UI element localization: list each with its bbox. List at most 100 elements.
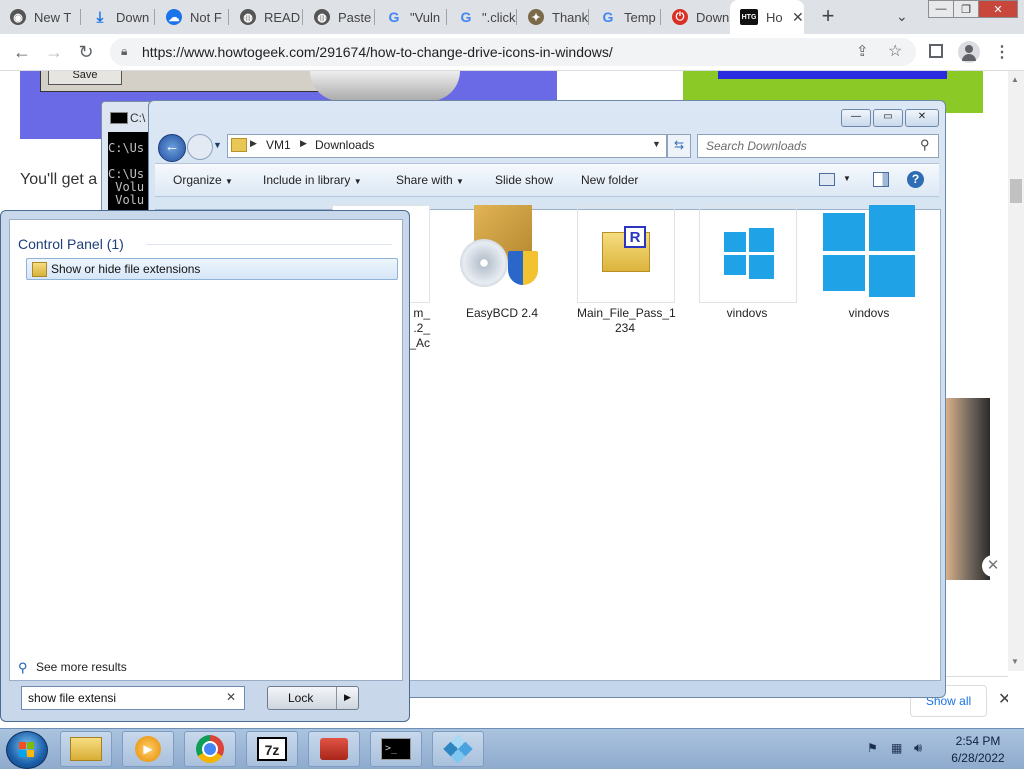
taskbar-7zip-button[interactable]: 7z (246, 731, 298, 767)
organize-button[interactable]: Organize ▼ (173, 173, 233, 187)
view-options-chevron-icon[interactable]: ▼ (843, 174, 851, 183)
restore-button[interactable]: ❐ (953, 0, 979, 18)
breadcrumb-downloads[interactable]: Downloads (315, 138, 374, 152)
back-button[interactable]: ← (10, 40, 34, 64)
cloud-icon: ☁ (166, 9, 182, 25)
action-center-flag-icon[interactable]: ⚑ (867, 741, 878, 755)
lock-button[interactable]: Lock ▶ (267, 686, 359, 710)
file-item-easybcd[interactable] (454, 205, 550, 301)
tab-google-vuln[interactable]: G "Vuln (376, 0, 446, 34)
taskbar-chrome-button[interactable] (184, 731, 236, 767)
explorer-minimize-button[interactable]: — (841, 109, 871, 127)
new-folder-button[interactable]: New folder (581, 173, 638, 187)
share-with-button[interactable]: Share with ▼ (396, 173, 464, 187)
file-label: Main_File_Pass_1 234 (577, 306, 676, 335)
share-icon[interactable]: ⇪ (856, 42, 869, 60)
tab-thank[interactable]: ✦ Thank (518, 0, 588, 34)
explorer-icon (70, 737, 102, 761)
divider (146, 244, 392, 245)
refresh-icon[interactable]: ⇆ (667, 134, 691, 158)
volume-icon[interactable]: 🔊︎ (914, 740, 922, 756)
tab-temp[interactable]: G Temp (590, 0, 660, 34)
search-icon[interactable]: ⚲ (920, 137, 930, 153)
tab-read[interactable]: ◍ READ (230, 0, 302, 34)
scroll-up-icon[interactable]: ▲ (1011, 75, 1019, 84)
close-ad-icon[interactable]: ✕ (982, 555, 1004, 577)
address-dropdown-chevron-icon[interactable]: ▼ (652, 139, 661, 149)
preview-pane-icon[interactable] (873, 172, 889, 187)
article-paragraph: You'll get a (20, 171, 98, 188)
tab-new-tab[interactable]: ◉ New T (0, 0, 80, 34)
menu-kebab-icon[interactable]: ⋮ (994, 42, 1010, 62)
see-more-results-link[interactable]: See more results (36, 660, 127, 674)
file-label: EasyBCD 2.4 (465, 306, 539, 320)
start-search-input[interactable]: show file extensi ✕ (21, 686, 245, 710)
taskbar-explorer-button[interactable] (60, 731, 112, 767)
clock-date[interactable]: 6/28/2022 (938, 751, 1018, 765)
registry-icon (443, 734, 473, 764)
tab-howtogeek-active[interactable]: HTG Ho ✕ (730, 0, 804, 34)
help-icon[interactable]: ? (907, 171, 924, 188)
profile-avatar[interactable] (958, 41, 980, 63)
file-label: vindovs (726, 306, 768, 320)
include-in-library-button[interactable]: Include in library ▼ (263, 173, 362, 187)
lock-icon: 🔒︎ (121, 44, 128, 58)
slide-show-button[interactable]: Slide show (495, 173, 553, 187)
breadcrumb-vm1[interactable]: VM1 (266, 138, 291, 152)
minimize-button[interactable]: — (928, 0, 954, 18)
drive-icon-image (310, 71, 460, 101)
power-icon: ⏻ (672, 9, 688, 25)
winrar-r-icon: R (624, 226, 646, 248)
close-download-bar-icon[interactable]: ✕ (998, 689, 1008, 709)
start-button[interactable] (6, 731, 48, 769)
close-tab-icon[interactable]: ✕ (792, 9, 804, 26)
side-panel-icon[interactable] (929, 44, 943, 58)
explorer-back-button[interactable]: ← (158, 134, 186, 162)
taskbar-registry-button[interactable] (432, 731, 484, 767)
explorer-maximize-button[interactable]: ▭ (873, 109, 903, 127)
explorer-search-input[interactable]: Search Downloads ⚲ (697, 134, 939, 158)
cmd-icon (110, 112, 128, 124)
explorer-close-button[interactable]: ✕ (905, 109, 939, 127)
scroll-down-icon[interactable]: ▼ (1011, 657, 1019, 666)
globe-icon: ◍ (240, 9, 256, 25)
tab-search-chevron-icon[interactable]: ⌄ (896, 8, 908, 25)
explorer-forward-button[interactable] (187, 134, 213, 160)
network-disconnected-icon[interactable]: ▦ (891, 741, 902, 755)
shutdown-options-arrow-icon[interactable]: ▶ (344, 692, 351, 703)
clock-time[interactable]: 2:54 PM (938, 734, 1018, 748)
clear-search-icon[interactable]: ✕ (226, 690, 236, 704)
google-icon: G (602, 9, 614, 25)
result-show-hide-file-extensions[interactable]: Show or hide file extensions (26, 258, 398, 280)
tab-paste[interactable]: ◍ Paste (304, 0, 374, 34)
taskbar-cmd-button[interactable]: >_ (370, 731, 422, 767)
tab-download[interactable]: ⤓ Down (82, 0, 154, 34)
bookmark-star-icon[interactable]: ☆ (888, 41, 902, 61)
recent-pages-chevron-icon[interactable]: ▼ (213, 140, 222, 150)
address-bar[interactable]: 🔒︎ https://www.howtogeek.com/291674/how-… (110, 38, 916, 66)
taskbar: ▶ 7z >_ ⚑ ▦ 🔊︎ 2:54 PM 6/28/2022 (0, 728, 1024, 769)
change-view-icon[interactable] (819, 173, 835, 186)
forward-button[interactable]: → (42, 40, 66, 64)
console-title: C:\ (130, 111, 146, 125)
magnifier-icon: ⚲ (18, 660, 28, 675)
new-tab-button[interactable]: + (816, 5, 840, 29)
tab-not-found[interactable]: ☁ Not F (156, 0, 228, 34)
browser-toolbar: ← → ↻ 🔒︎ https://www.howtogeek.com/29167… (0, 34, 1024, 71)
taskbar-toolbox-button[interactable] (308, 731, 360, 767)
uac-shield-icon (508, 251, 538, 285)
scrollbar-thumb[interactable] (1010, 179, 1022, 203)
tab-google-click[interactable]: G ".click (448, 0, 516, 34)
chrome-icon: ◉ (10, 9, 26, 25)
file-item-vindovs-1[interactable] (699, 205, 797, 303)
page-scrollbar[interactable]: ▲ ▼ (1008, 71, 1024, 671)
taskbar-media-player-button[interactable]: ▶ (122, 731, 174, 767)
chrome-icon (196, 735, 224, 763)
reload-button[interactable]: ↻ (74, 40, 98, 64)
file-item-main-file-pass[interactable]: R (577, 205, 675, 303)
explorer-address-bar[interactable]: ▶ VM1 ▶ Downloads ▼ (227, 134, 667, 158)
cd-disc-icon (460, 239, 508, 287)
file-item-vindovs-2[interactable] (821, 205, 917, 301)
close-window-button[interactable]: ✕ (978, 0, 1018, 18)
tab-down-2[interactable]: ⏻ Down (662, 0, 730, 34)
